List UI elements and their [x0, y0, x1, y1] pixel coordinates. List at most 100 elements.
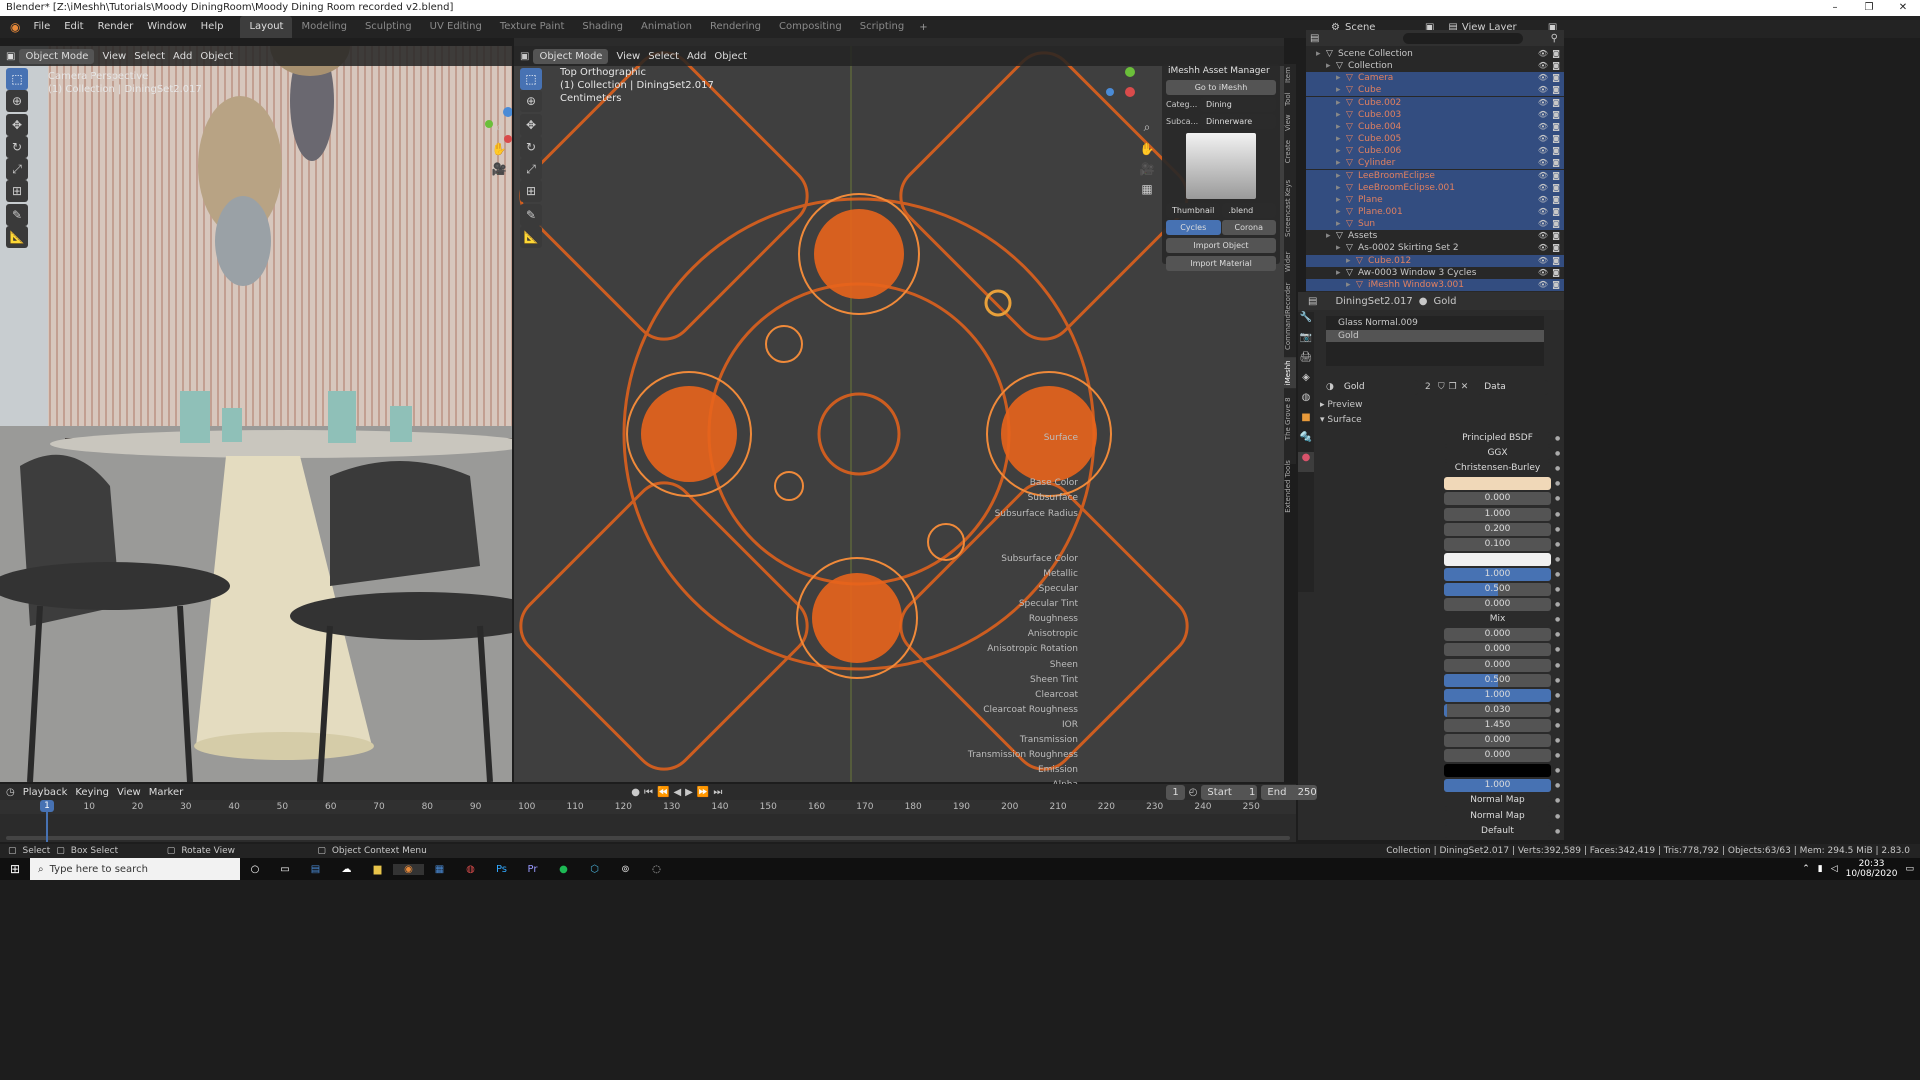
- expand-arrow-icon[interactable]: ▸: [1336, 84, 1341, 96]
- filter-icon[interactable]: ⚲: [1551, 33, 1564, 44]
- volume-icon[interactable]: ◁: [1831, 864, 1838, 874]
- socket-dot-icon[interactable]: ●: [1555, 491, 1560, 506]
- socket-dot-icon[interactable]: ●: [1555, 824, 1560, 839]
- select-box-tool-icon[interactable]: ⬚: [520, 68, 542, 90]
- preview-range-icon[interactable]: ◴: [1189, 787, 1198, 798]
- expand-arrow-icon[interactable]: ▸: [1336, 242, 1341, 254]
- tray-arrow-icon[interactable]: ⌃: [1802, 864, 1810, 874]
- outliner-row[interactable]: ▸ ▽ Cube.004 👁 ◙: [1306, 120, 1564, 133]
- socket-dot-icon[interactable]: ●: [1555, 582, 1560, 597]
- visibility-eye-icon[interactable]: 👁: [1538, 267, 1548, 279]
- spotify-icon[interactable]: ●: [548, 864, 579, 875]
- render-camera-icon[interactable]: ◙: [1552, 182, 1560, 194]
- socket-dot-icon[interactable]: ●: [1555, 793, 1560, 808]
- current-frame-field[interactable]: 1: [1166, 784, 1185, 800]
- material-slots-list[interactable]: Glass Normal.009 Gold: [1326, 316, 1544, 366]
- visibility-eye-icon[interactable]: 👁: [1538, 242, 1548, 254]
- calculator-icon[interactable]: ▦: [424, 864, 455, 875]
- property-field[interactable]: [1444, 552, 1551, 566]
- expand-arrow-icon[interactable]: ▸: [1316, 48, 1321, 60]
- import-object-button[interactable]: Import Object: [1166, 238, 1276, 253]
- object-props-icon[interactable]: ■: [1298, 412, 1314, 432]
- asset-manager-title[interactable]: iMeshh Asset Manager: [1162, 64, 1280, 78]
- blend-tab[interactable]: .blend: [1222, 203, 1276, 218]
- visibility-eye-icon[interactable]: 👁: [1538, 206, 1548, 218]
- blender-logo-icon[interactable]: ◉: [4, 20, 26, 34]
- visibility-eye-icon[interactable]: 👁: [1538, 121, 1548, 133]
- outliner-row[interactable]: ▸ ▽ Cylinder 👁 ◙: [1306, 157, 1564, 170]
- start-frame-field[interactable]: Start 1: [1201, 784, 1258, 800]
- socket-dot-icon[interactable]: ●: [1555, 522, 1560, 537]
- outliner-row[interactable]: ▸ ▽ Cube.002 👁 ◙: [1306, 96, 1564, 109]
- outliner-row[interactable]: ▸ ▽ Cube.006 👁 ◙: [1306, 145, 1564, 158]
- socket-dot-icon[interactable]: ●: [1555, 718, 1560, 733]
- expand-arrow-icon[interactable]: ▸: [1336, 218, 1341, 230]
- visibility-eye-icon[interactable]: 👁: [1538, 60, 1548, 72]
- chrome-icon[interactable]: ◍: [455, 864, 486, 875]
- expand-arrow-icon[interactable]: ▸: [1336, 109, 1341, 121]
- corona-toggle[interactable]: Corona: [1221, 220, 1276, 235]
- play-icon[interactable]: ▶: [685, 787, 693, 798]
- editor-type-icon[interactable]: ▣: [520, 51, 529, 62]
- cursor-tool-icon[interactable]: ⊕: [520, 90, 542, 112]
- taskbar-search[interactable]: ⌕ Type here to search: [30, 858, 240, 880]
- duplicate-icon[interactable]: ❐: [1449, 382, 1457, 392]
- playhead[interactable]: 1: [40, 800, 54, 812]
- render-camera-icon[interactable]: ◙: [1552, 267, 1560, 279]
- material-slot-1[interactable]: Gold: [1326, 330, 1544, 342]
- socket-dot-icon[interactable]: ●: [1555, 567, 1560, 582]
- property-field[interactable]: 1.000: [1444, 567, 1551, 581]
- transform-tool-icon[interactable]: ⊞: [6, 180, 28, 202]
- sidebar-tab-screencast-keys[interactable]: Screencast Keys: [1284, 169, 1296, 247]
- menu-render[interactable]: Render: [91, 16, 141, 38]
- sidebar-tab-item[interactable]: Item: [1284, 64, 1296, 86]
- outliner-row[interactable]: ▸ ▽ Cube.003 👁 ◙: [1306, 108, 1564, 121]
- annotate-tool-icon[interactable]: ✎: [520, 204, 542, 226]
- minimize-button[interactable]: –: [1818, 0, 1852, 16]
- visibility-eye-icon[interactable]: 👁: [1538, 133, 1548, 145]
- auto-key-icon[interactable]: ●: [631, 787, 640, 798]
- socket-dot-icon[interactable]: ●: [1555, 461, 1560, 476]
- property-field[interactable]: [1444, 764, 1551, 778]
- measure-tool-icon[interactable]: 📐: [6, 226, 28, 248]
- render-props-icon[interactable]: 📷: [1298, 332, 1314, 352]
- scene-props-icon[interactable]: ◈: [1298, 372, 1314, 392]
- visibility-eye-icon[interactable]: 👁: [1538, 170, 1548, 182]
- app-icon-1[interactable]: ▤: [300, 864, 331, 875]
- viewport-menu-object[interactable]: Object: [710, 49, 751, 64]
- jump-end-icon[interactable]: ⏭: [713, 787, 722, 798]
- property-field[interactable]: 0.100: [1444, 537, 1551, 551]
- expand-arrow-icon[interactable]: ▸: [1336, 157, 1341, 169]
- expand-arrow-icon[interactable]: ▸: [1336, 145, 1341, 157]
- app-icon-4[interactable]: ⊚: [610, 864, 641, 875]
- camera-view-icon[interactable]: 🎥: [1136, 158, 1158, 180]
- workspace-tab-layout[interactable]: Layout: [240, 16, 293, 38]
- outliner-row[interactable]: ▸ ▽ Sun 👁 ◙: [1306, 218, 1564, 231]
- menu-file[interactable]: File: [26, 16, 57, 38]
- material-browse-icon[interactable]: ◑: [1326, 382, 1334, 392]
- material-slot-0[interactable]: Glass Normal.009: [1326, 316, 1544, 330]
- viewport-menu-add[interactable]: Add: [683, 49, 710, 64]
- socket-dot-icon[interactable]: ●: [1555, 507, 1560, 522]
- outliner-row[interactable]: ▸ ▽ Cube.005 👁 ◙: [1306, 133, 1564, 146]
- viewport-menu-add[interactable]: Add: [169, 49, 196, 64]
- expand-arrow-icon[interactable]: ▸: [1346, 279, 1351, 291]
- socket-dot-icon[interactable]: ●: [1555, 552, 1560, 567]
- sidebar-tab-create[interactable]: Create: [1284, 136, 1296, 167]
- socket-dot-icon[interactable]: ●: [1555, 627, 1560, 642]
- render-camera-icon[interactable]: ◙: [1552, 121, 1560, 133]
- expand-arrow-icon[interactable]: ▸: [1336, 182, 1341, 194]
- expand-arrow-icon[interactable]: ▸: [1326, 60, 1331, 72]
- workspace-tab-modeling[interactable]: Modeling: [292, 16, 356, 38]
- visibility-eye-icon[interactable]: 👁: [1538, 255, 1548, 267]
- play-reverse-icon[interactable]: ◀: [673, 787, 681, 798]
- preview-panel-header[interactable]: ▸ Preview: [1320, 400, 1362, 410]
- viewport-menu-view[interactable]: View: [98, 49, 130, 64]
- menu-help[interactable]: Help: [194, 16, 231, 38]
- render-camera-icon[interactable]: ◙: [1552, 242, 1560, 254]
- subcategory-select[interactable]: Dinnerware: [1200, 114, 1276, 129]
- sidebar-tab-wider[interactable]: Wider: [1284, 249, 1296, 275]
- outliner-row[interactable]: ▸ ▽ Collection 👁 ◙: [1306, 60, 1564, 72]
- timeline-menu-marker[interactable]: Marker: [145, 785, 188, 800]
- render-camera-icon[interactable]: ◙: [1552, 255, 1560, 267]
